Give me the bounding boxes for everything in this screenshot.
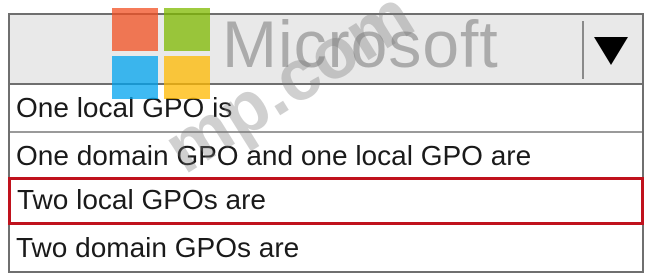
triangle-down-icon[interactable] <box>594 37 628 65</box>
screenshot-canvas: One local GPO is One domain GPO and one … <box>0 0 646 280</box>
microsoft-logo-watermark-icon <box>112 8 212 100</box>
dropdown-divider <box>582 21 584 79</box>
dropdown-option-two-local-gpos[interactable]: Two local GPOs are <box>8 177 644 225</box>
dropdown-option-two-domain-gpos[interactable]: Two domain GPOs are <box>10 225 642 271</box>
dropdown-options-list: One local GPO is One domain GPO and one … <box>8 85 644 273</box>
dropdown-option-one-domain-one-local-gpo[interactable]: One domain GPO and one local GPO are <box>10 131 642 177</box>
